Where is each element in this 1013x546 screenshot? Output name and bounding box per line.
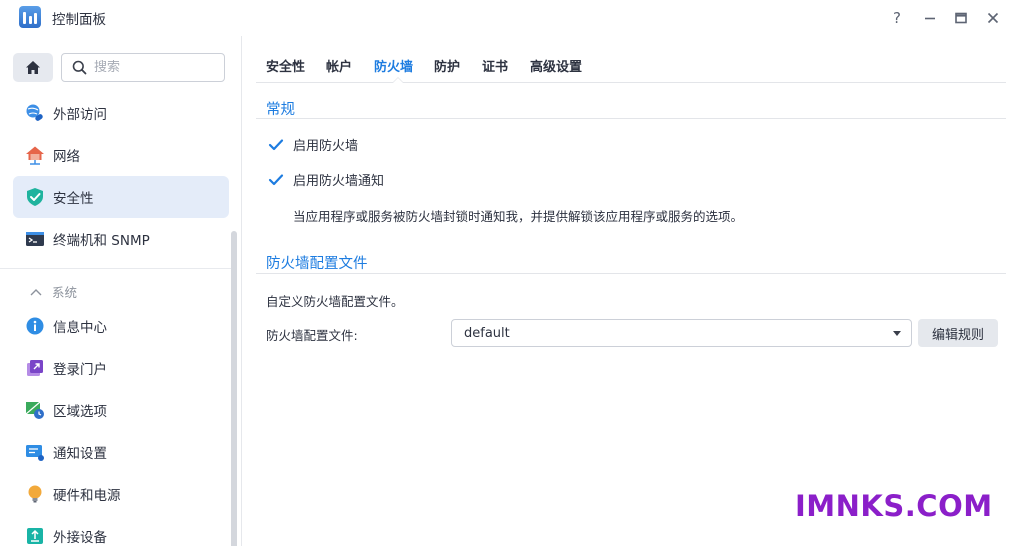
checkmark-icon xyxy=(267,136,285,154)
enable-firewall-label: 启用防火墙 xyxy=(293,139,359,154)
close-button[interactable] xyxy=(983,8,1003,28)
sidebar-item-external-access[interactable]: 外部访问 xyxy=(13,92,229,134)
search-field[interactable] xyxy=(61,53,225,82)
sidebar-scrollbar[interactable] xyxy=(231,231,237,546)
main-panel: 安全性 帐户 防火墙 防护 证书 高级设置 常规 启用防火墙 启用防火墙通知 当… xyxy=(243,36,1013,546)
sidebar-item-label: 安全性 xyxy=(53,191,94,207)
sidebar-item-label: 终端机和 SNMP xyxy=(53,233,150,249)
notification-icon xyxy=(24,441,46,463)
enable-firewall-checkbox[interactable]: 启用防火墙 xyxy=(267,135,358,154)
sidebar-item-login-portal[interactable]: 登录门户 xyxy=(13,347,229,389)
region-clock-icon xyxy=(24,399,46,421)
general-section-rule xyxy=(256,118,1006,119)
sidebar-item-label: 信息中心 xyxy=(53,320,107,336)
shield-check-icon xyxy=(24,186,46,208)
sidebar-item-label: 区域选项 xyxy=(53,404,107,420)
sidebar-item-security[interactable]: 安全性 xyxy=(13,176,229,218)
profile-select[interactable]: default xyxy=(451,319,912,347)
profile-section-title: 防火墙配置文件 xyxy=(266,256,368,272)
login-portal-icon xyxy=(24,357,46,379)
globe-link-icon xyxy=(24,102,46,124)
checkmark-icon xyxy=(267,171,285,189)
control-panel-icon xyxy=(19,6,41,28)
tab-firewall[interactable]: 防火墙 xyxy=(374,56,413,75)
terminal-icon xyxy=(24,228,46,250)
enable-notify-label: 启用防火墙通知 xyxy=(293,174,385,189)
window-title: 控制面板 xyxy=(52,12,106,28)
profile-description: 自定义防火墙配置文件。 xyxy=(266,294,404,309)
external-device-icon xyxy=(24,525,46,546)
maximize-button[interactable] xyxy=(951,8,971,28)
sidebar-item-network[interactable]: 网络 xyxy=(13,134,229,176)
home-button[interactable] xyxy=(13,53,53,82)
enable-notify-checkbox[interactable]: 启用防火墙通知 xyxy=(267,170,384,189)
sidebar-item-label: 外部访问 xyxy=(53,107,107,123)
title-bar: 控制面板 ? xyxy=(0,0,1013,36)
sidebar-item-info-center[interactable]: 信息中心 xyxy=(13,305,229,347)
sidebar-item-label: 通知设置 xyxy=(53,446,107,462)
minimize-button[interactable] xyxy=(920,8,940,28)
sidebar-item-terminal-snmp[interactable]: 终端机和 SNMP xyxy=(13,218,229,260)
search-icon xyxy=(72,60,87,75)
sidebar-item-regional[interactable]: 区域选项 xyxy=(13,389,229,431)
watermark: IMNKS.COM xyxy=(795,489,993,523)
tab-advanced[interactable]: 高级设置 xyxy=(530,56,582,75)
active-tab-indicator xyxy=(392,77,404,83)
close-icon xyxy=(987,12,999,24)
sidebar-item-external-devices[interactable]: 外接设备 xyxy=(13,515,229,546)
minimize-icon xyxy=(925,17,935,20)
section-system[interactable]: 系统 xyxy=(30,282,77,301)
dropdown-caret-icon xyxy=(893,331,901,336)
sidebar-item-label: 登录门户 xyxy=(53,362,107,378)
bulb-icon xyxy=(24,483,46,505)
section-system-label: 系统 xyxy=(52,285,78,300)
maximize-icon xyxy=(955,12,967,24)
info-icon xyxy=(24,315,46,337)
notify-description: 当应用程序或服务被防火墙封锁时通知我，并提供解锁该应用程序或服务的选项。 xyxy=(293,209,744,224)
sidebar-item-notification[interactable]: 通知设置 xyxy=(13,431,229,473)
house-network-icon xyxy=(24,144,46,166)
help-button[interactable]: ? xyxy=(887,8,907,28)
sidebar-item-label: 外接设备 xyxy=(53,530,107,546)
sidebar-item-hardware-power[interactable]: 硬件和电源 xyxy=(13,473,229,515)
tab-protection[interactable]: 防护 xyxy=(434,56,460,75)
chevron-up-icon xyxy=(30,284,42,299)
tab-bar: 安全性 帐户 防火墙 防护 证书 高级设置 xyxy=(256,36,1006,83)
profile-section-rule xyxy=(256,273,1006,274)
home-icon xyxy=(26,61,40,74)
tab-account[interactable]: 帐户 xyxy=(326,56,352,75)
search-input[interactable] xyxy=(94,60,204,75)
tab-security[interactable]: 安全性 xyxy=(266,56,305,75)
profile-field-label: 防火墙配置文件: xyxy=(266,328,358,343)
sidebar-item-label: 硬件和电源 xyxy=(53,488,121,504)
sidebar-divider xyxy=(0,268,232,269)
edit-rules-button[interactable]: 编辑规则 xyxy=(918,319,998,347)
profile-select-value: default xyxy=(464,325,510,341)
tab-certificate[interactable]: 证书 xyxy=(482,56,508,75)
sidebar-item-label: 网络 xyxy=(53,149,80,165)
general-section-title: 常规 xyxy=(266,102,295,118)
sidebar: 外部访问 网络 安全性 xyxy=(0,36,242,546)
